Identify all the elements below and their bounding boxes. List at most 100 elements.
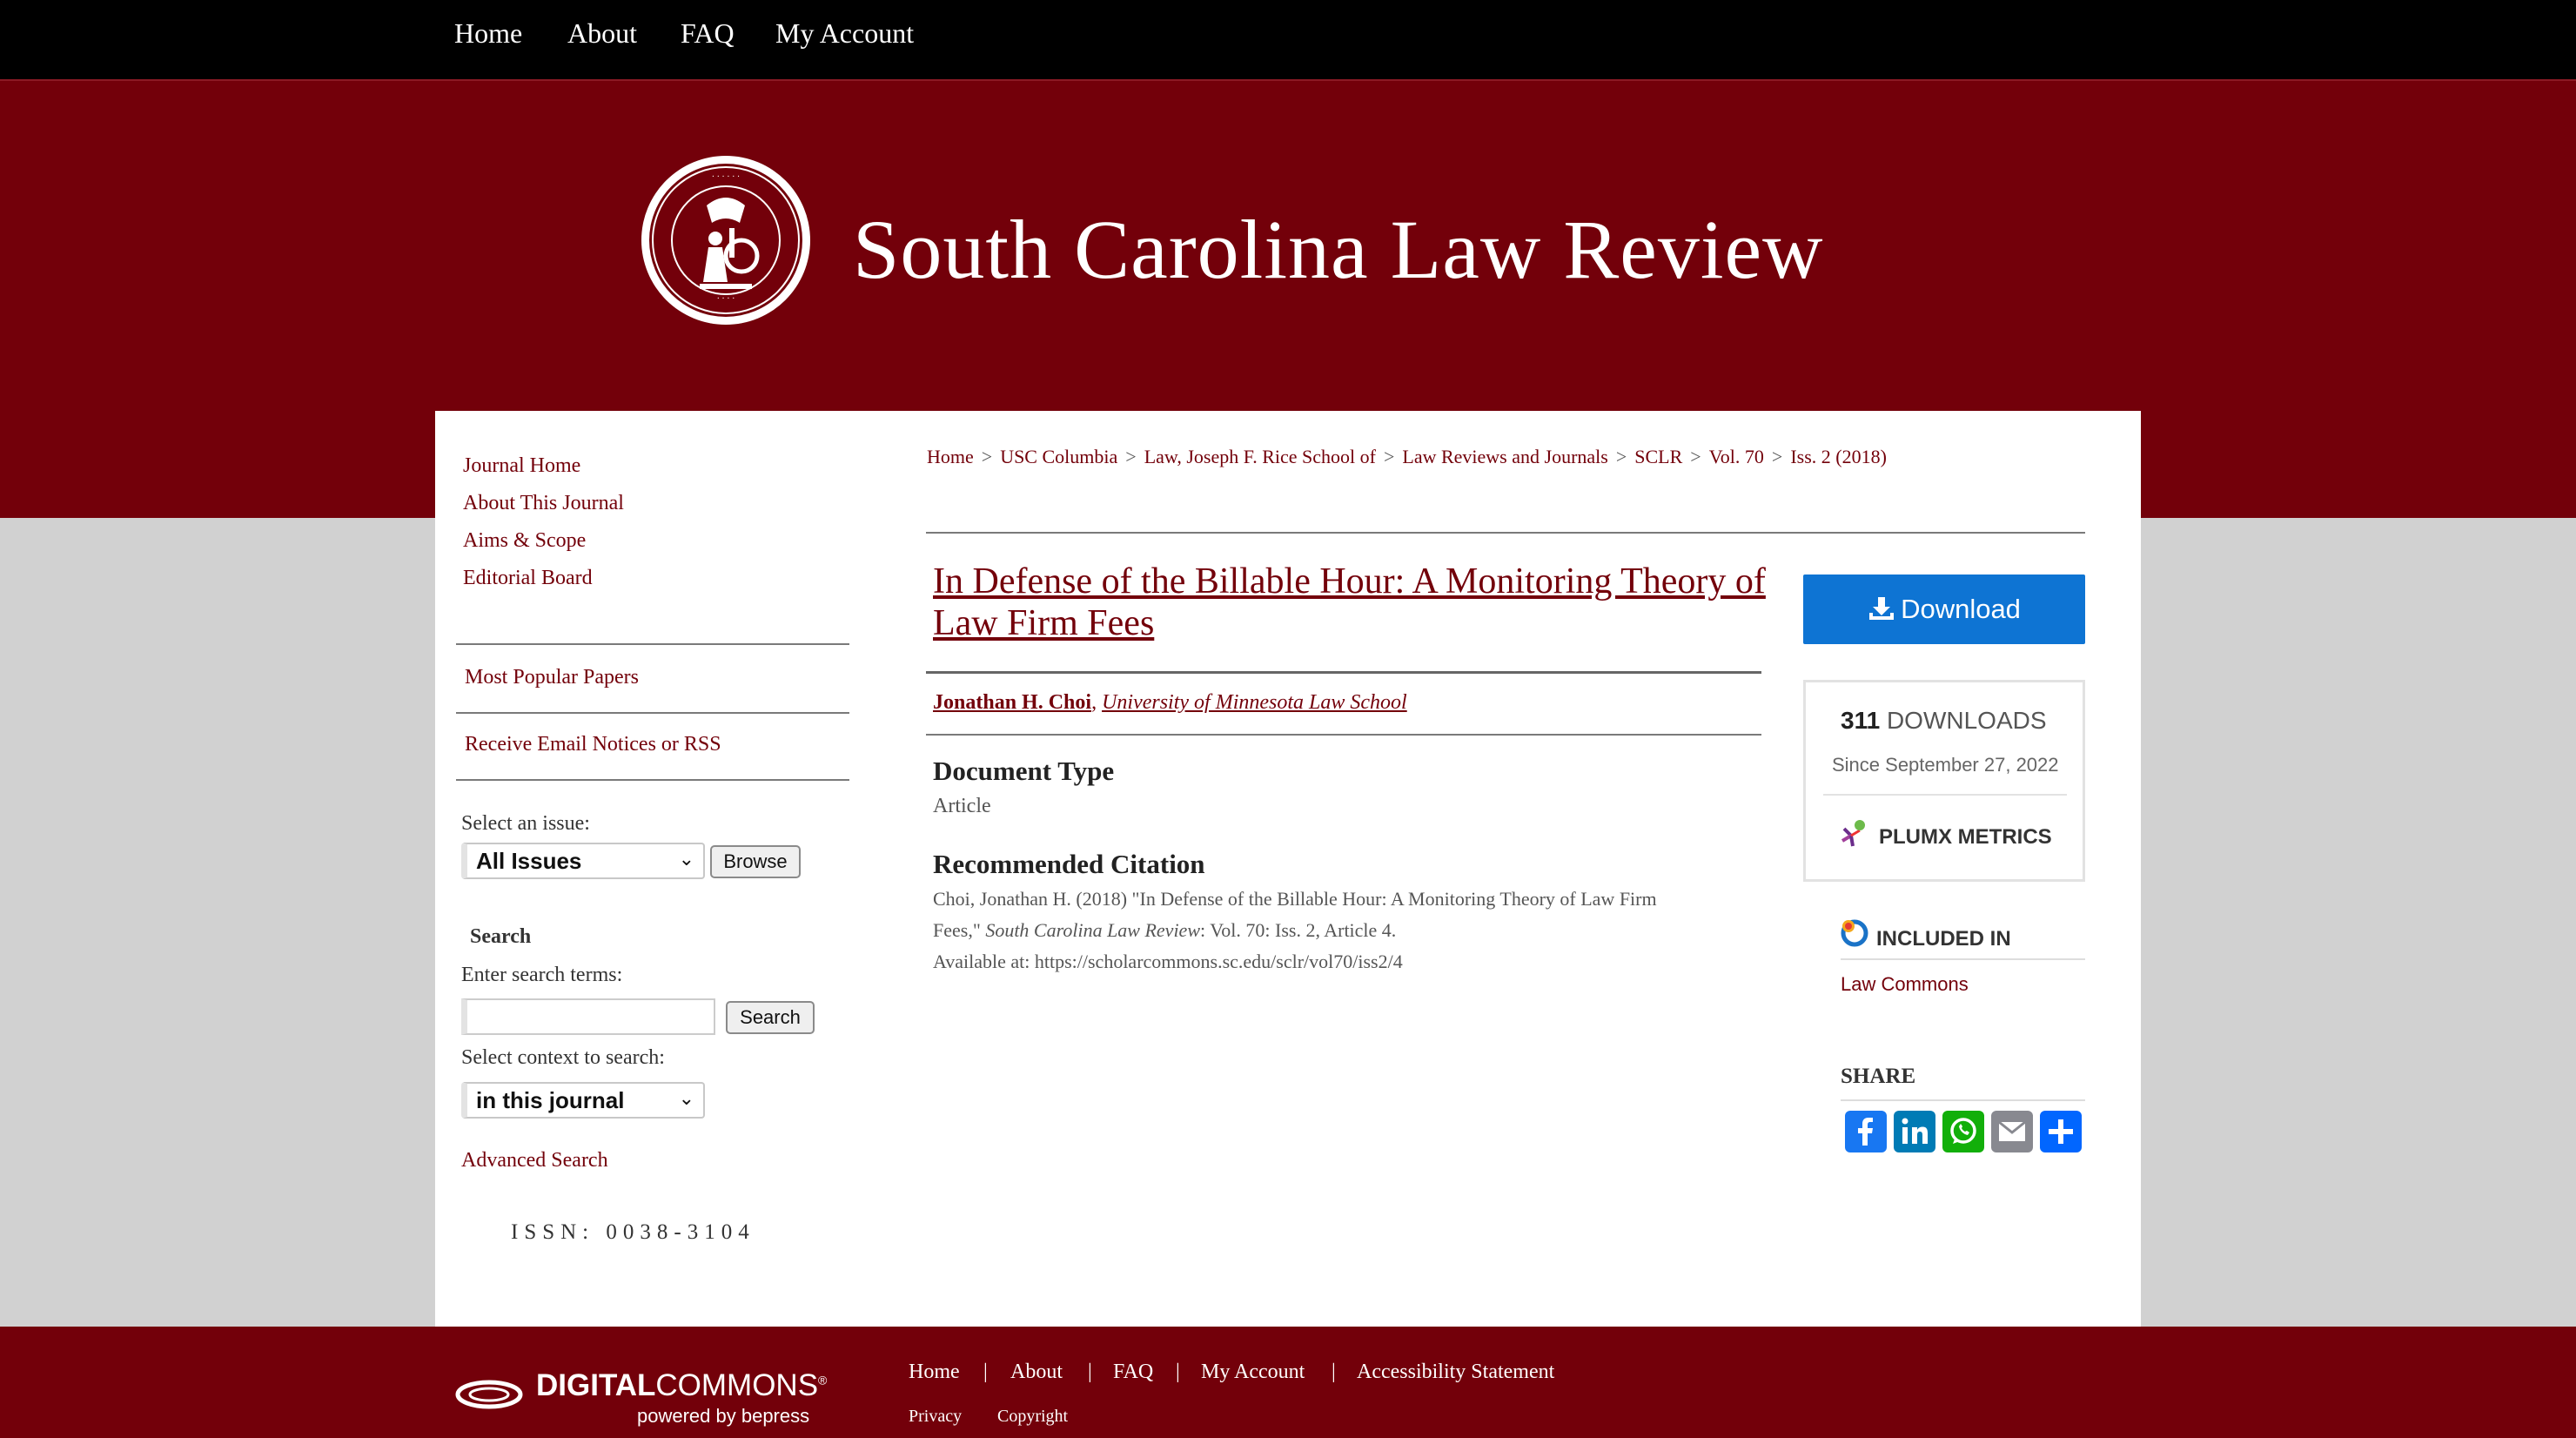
- breadcrumb-usc-columbia[interactable]: USC Columbia: [1000, 446, 1117, 467]
- download-button[interactable]: Download: [1803, 575, 2085, 644]
- citation-heading: Recommended Citation: [933, 849, 1205, 879]
- breadcrumb-separator: >: [1125, 446, 1137, 467]
- sidebar-journal-home[interactable]: Journal Home: [463, 454, 580, 478]
- sidebar-most-popular[interactable]: Most Popular Papers: [465, 666, 639, 689]
- law-commons-link[interactable]: Law Commons: [1841, 973, 1969, 996]
- footer-separator: |: [1176, 1361, 1180, 1383]
- search-button[interactable]: Search: [726, 1001, 815, 1034]
- footer-privacy-link[interactable]: Privacy: [909, 1407, 962, 1427]
- search-heading: Search: [470, 925, 532, 948]
- citation-line: Choi, Jonathan H. (2018) "In Defense of …: [933, 888, 1657, 910]
- document-type-heading: Document Type: [933, 756, 1115, 786]
- nav-about-link[interactable]: About: [567, 17, 637, 50]
- search-terms-label: Enter search terms:: [461, 964, 623, 986]
- breadcrumb-divider: [926, 532, 2085, 534]
- plumx-metrics-link[interactable]: PLUMX METRICS: [1879, 825, 2052, 850]
- search-context-label: Select context to search:: [461, 1046, 665, 1069]
- breadcrumb-law-school[interactable]: Law, Joseph F. Rice School of: [1144, 446, 1376, 467]
- digital-commons-swoosh-icon: [455, 1380, 523, 1409]
- author-line: Jonathan H. Choi, University of Minnesot…: [933, 691, 1407, 715]
- footer-accessibility-link[interactable]: Accessibility Statement: [1357, 1361, 1554, 1384]
- university-seal-logo[interactable]: · · · · · · · · · ·: [639, 153, 813, 327]
- issue-select-value: All Issues: [476, 848, 582, 874]
- footer-home-link[interactable]: Home: [909, 1361, 960, 1384]
- chevron-down-icon: ⌄: [678, 848, 694, 870]
- breadcrumb-separator: >: [1615, 446, 1627, 467]
- footer: DIGITALCOMMONS® powered by bepress Home …: [0, 1327, 2576, 1438]
- downloads-since: Since September 27, 2022: [1832, 754, 2059, 776]
- author-name-link[interactable]: Jonathan H. Choi: [933, 691, 1091, 714]
- select-issue-label: Select an issue:: [461, 812, 590, 835]
- advanced-search-link[interactable]: Advanced Search: [461, 1149, 608, 1173]
- top-navigation: Home About FAQ My Account: [0, 0, 2576, 79]
- breadcrumb-separator: >: [981, 446, 993, 467]
- citation-suffix: : Vol. 70: Iss. 2, Article 4.: [1200, 919, 1397, 941]
- nav-my-account-link[interactable]: My Account: [775, 17, 914, 50]
- share-heading: SHARE: [1841, 1065, 1916, 1088]
- citation-url: Available at: https://scholarcommons.sc.…: [933, 951, 1403, 972]
- search-input[interactable]: [461, 998, 715, 1035]
- included-in-divider: [1841, 958, 2085, 960]
- breadcrumb-separator: >: [1771, 446, 1783, 467]
- breadcrumb-separator: >: [1690, 446, 1701, 467]
- logo-commons: COMMONS: [655, 1368, 819, 1402]
- journal-title[interactable]: South Carolina Law Review: [853, 201, 1823, 298]
- sidebar-email-notices[interactable]: Receive Email Notices or RSS: [465, 733, 721, 756]
- digital-commons-logo[interactable]: DIGITALCOMMONS® powered by bepress: [454, 1367, 828, 1428]
- sidebar-aims-scope[interactable]: Aims & Scope: [463, 529, 586, 553]
- metrics-box: 311 DOWNLOADS Since September 27, 2022 P…: [1803, 680, 2085, 882]
- article-title[interactable]: In Defense of the Billable Hour: A Monit…: [933, 561, 1768, 644]
- citation-line: Fees," South Carolina Law Review: Vol. 7…: [933, 915, 1657, 946]
- metrics-divider: [1823, 794, 2067, 796]
- footer-copyright-link[interactable]: Copyright: [997, 1407, 1068, 1427]
- logo-subtext: powered by bepress: [637, 1405, 810, 1427]
- author-affiliation-link[interactable]: University of Minnesota Law School: [1102, 691, 1407, 714]
- svg-text:· · · ·: · · · ·: [717, 294, 735, 304]
- plumx-icon: [1835, 818, 1870, 853]
- citation-prefix: Fees,": [933, 919, 981, 941]
- svg-text:· · · · · ·: · · · · · ·: [712, 172, 740, 182]
- sidebar-about-journal[interactable]: About This Journal: [463, 492, 624, 515]
- issue-select[interactable]: All Issues ⌄: [461, 843, 705, 879]
- included-in-icon: [1840, 918, 1869, 948]
- footer-faq-link[interactable]: FAQ: [1113, 1361, 1153, 1384]
- nav-faq-link[interactable]: FAQ: [681, 17, 735, 50]
- author-divider: [926, 734, 1761, 736]
- footer-separator: |: [1088, 1361, 1092, 1383]
- title-divider: [926, 671, 1761, 674]
- share-divider: [1841, 1099, 2085, 1101]
- breadcrumb-law-reviews[interactable]: Law Reviews and Journals: [1402, 446, 1607, 467]
- search-context-value: in this journal: [476, 1087, 625, 1113]
- breadcrumb-home[interactable]: Home: [927, 446, 974, 467]
- nav-home-link[interactable]: Home: [454, 17, 522, 50]
- breadcrumb-issue[interactable]: Iss. 2 (2018): [1790, 446, 1887, 467]
- breadcrumb: Home > USC Columbia > Law, Joseph F. Rice Sc…: [927, 446, 1887, 468]
- citation-text: Choi, Jonathan H. (2018) "In Defense of …: [933, 884, 1657, 978]
- search-context-select[interactable]: in this journal ⌄: [461, 1082, 705, 1119]
- breadcrumb-sclr[interactable]: SCLR: [1634, 446, 1682, 467]
- browse-button[interactable]: Browse: [710, 845, 801, 878]
- sidebar-divider: [456, 712, 849, 714]
- sidebar-divider: [456, 643, 849, 645]
- citation-journal: South Carolina Law Review: [985, 919, 1200, 941]
- footer-about-link[interactable]: About: [1010, 1361, 1063, 1384]
- linkedin-icon[interactable]: [1894, 1111, 1935, 1152]
- breadcrumb-separator: >: [1383, 446, 1395, 467]
- author-separator: ,: [1091, 691, 1097, 714]
- share-icon[interactable]: [2040, 1111, 2082, 1152]
- downloads-label: DOWNLOADS: [1886, 707, 2047, 734]
- facebook-icon[interactable]: [1845, 1111, 1887, 1152]
- email-icon[interactable]: [1991, 1111, 2033, 1152]
- logo-digital: DIGITAL: [536, 1368, 656, 1402]
- footer-separator: |: [1332, 1361, 1336, 1383]
- footer-separator: |: [983, 1361, 988, 1383]
- chevron-down-icon: ⌄: [678, 1087, 694, 1109]
- sidebar-editorial-board[interactable]: Editorial Board: [463, 567, 593, 590]
- digital-commons-wordmark: DIGITALCOMMONS®: [536, 1368, 828, 1402]
- downloads-summary: 311 DOWNLOADS: [1841, 707, 2047, 735]
- download-label: Download: [1901, 594, 2021, 624]
- footer-my-account-link[interactable]: My Account: [1201, 1361, 1305, 1384]
- whatsapp-icon[interactable]: [1942, 1111, 1984, 1152]
- downloads-count: 311: [1841, 707, 1881, 734]
- breadcrumb-volume[interactable]: Vol. 70: [1709, 446, 1764, 467]
